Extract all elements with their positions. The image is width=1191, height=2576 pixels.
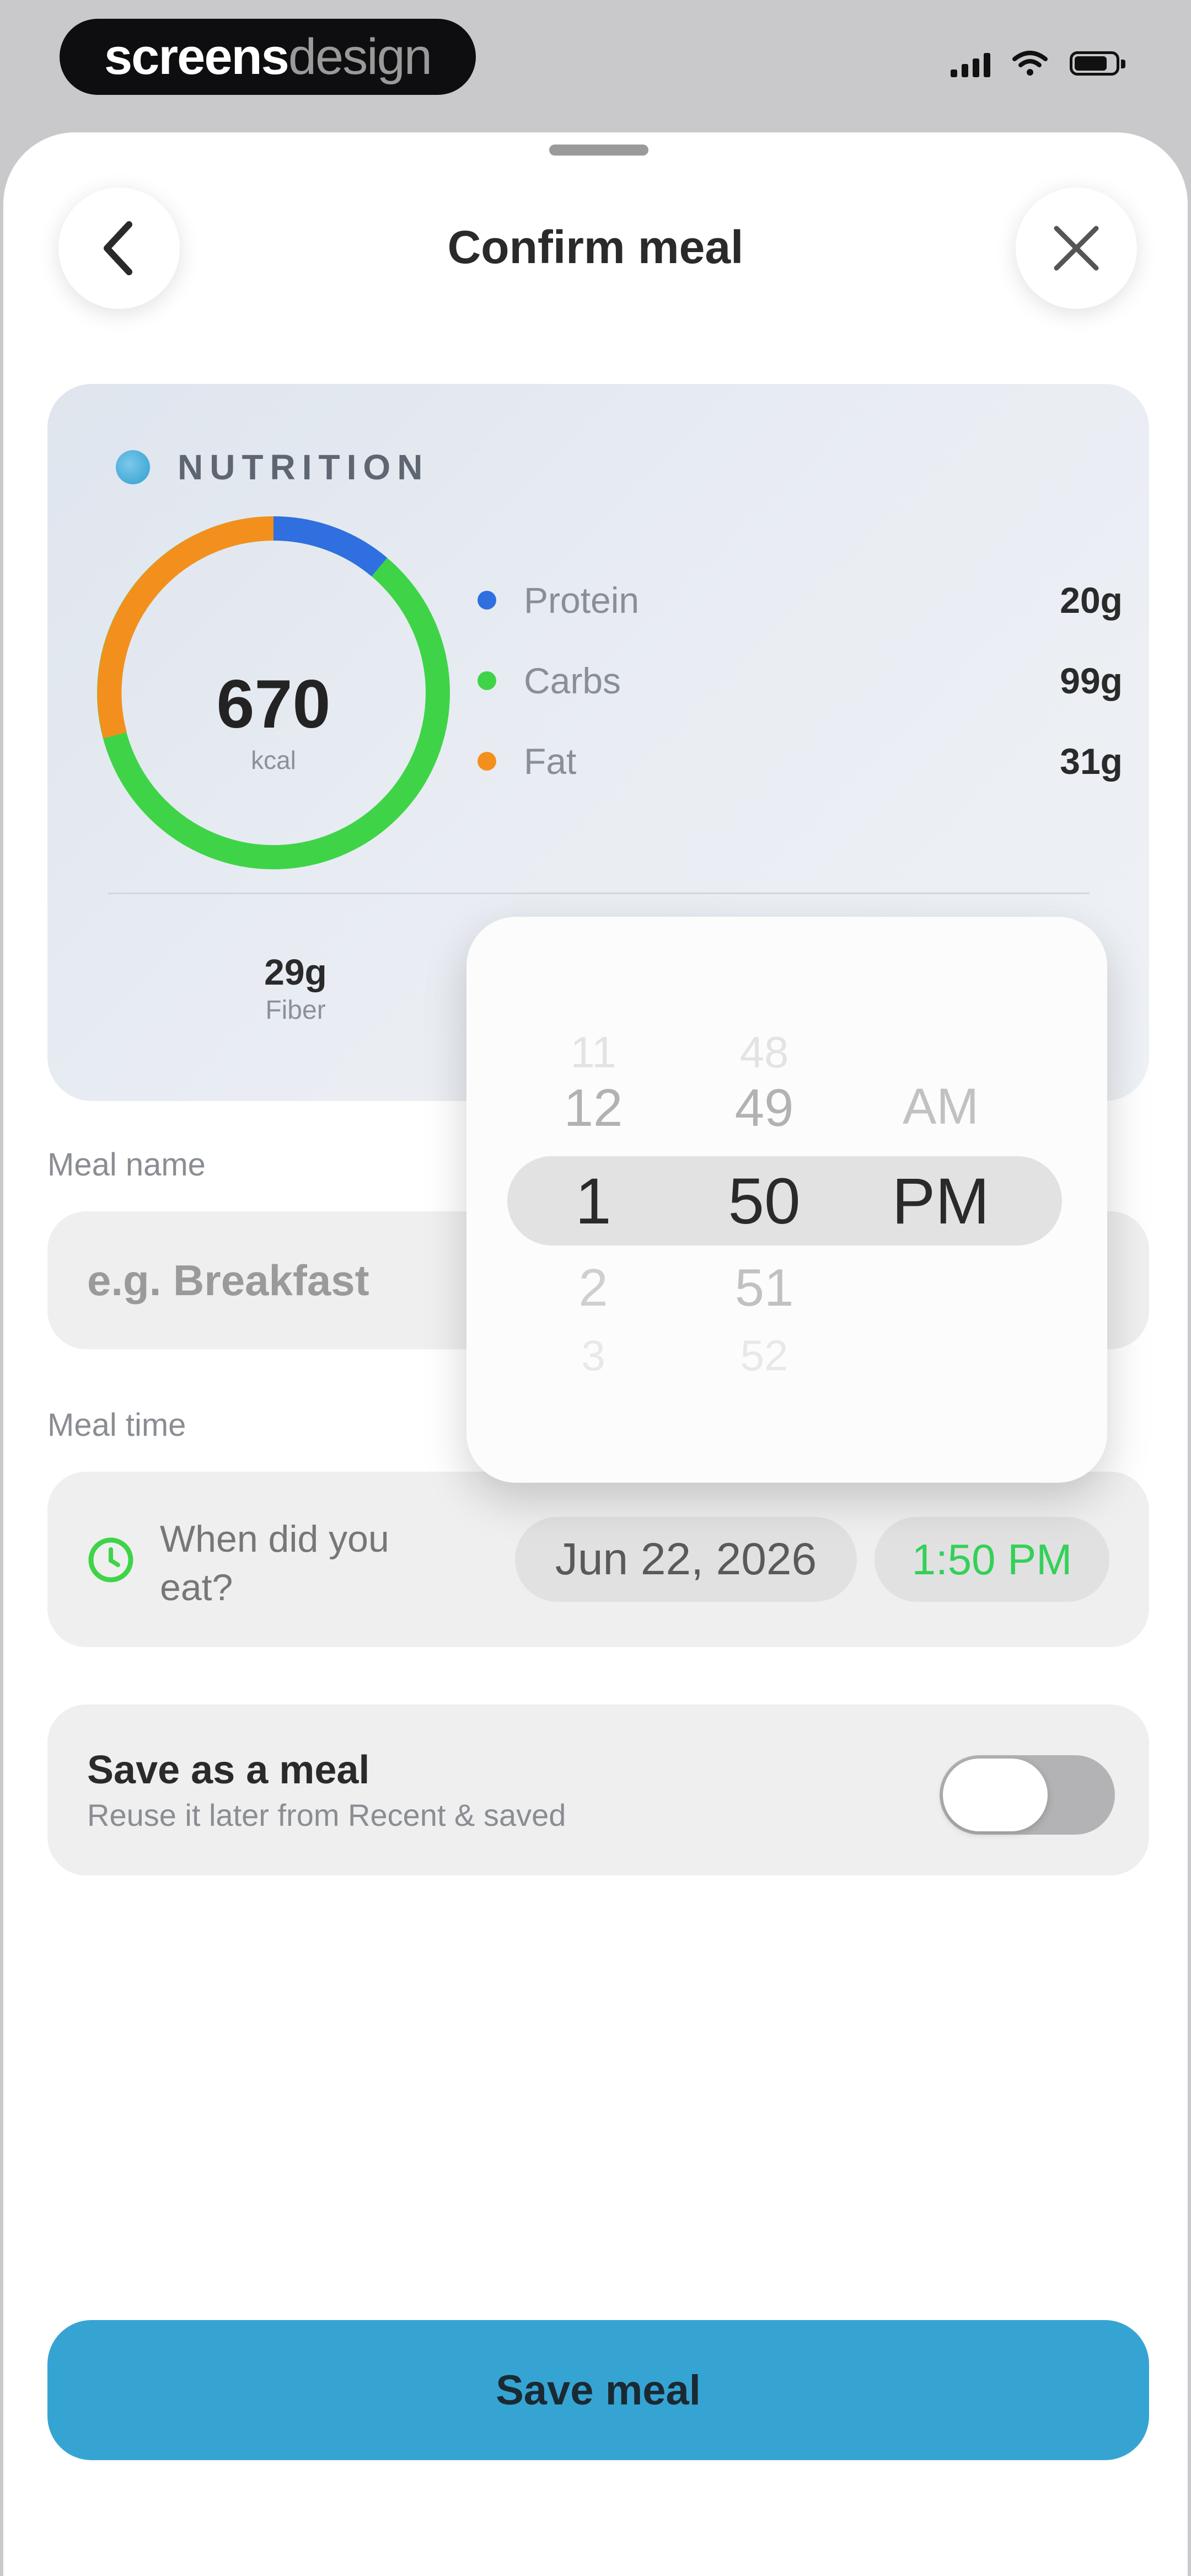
carbs-dot-icon xyxy=(478,671,496,690)
macro-value: 20g xyxy=(1060,580,1123,621)
save-as-meal-card: Save as a meal Reuse it later from Recen… xyxy=(47,1704,1149,1875)
macro-name: Carbs xyxy=(524,660,621,701)
fiber-value: 29g xyxy=(264,952,327,992)
nutrition-header: NUTRITION xyxy=(116,447,429,488)
fiber-label: Fiber xyxy=(265,996,326,1025)
picker-period-column[interactable]: AM PM xyxy=(869,917,1012,1483)
battery-icon xyxy=(1070,51,1125,76)
macro-value: 99g xyxy=(1060,660,1123,701)
picker-hour-item[interactable]: 3 xyxy=(527,1330,659,1381)
picker-period-item[interactable]: AM xyxy=(869,1078,1012,1136)
brand-logo-part1: screens xyxy=(104,28,289,85)
save-as-meal-title: Save as a meal xyxy=(87,1748,370,1792)
fat-dot-icon xyxy=(478,752,496,771)
picker-hour-item[interactable]: 2 xyxy=(527,1258,659,1318)
picker-minute-column[interactable]: 48 49 50 51 52 xyxy=(698,917,830,1483)
save-meal-button[interactable]: Save meal xyxy=(47,2320,1149,2460)
close-icon xyxy=(1054,226,1099,271)
wifi-icon xyxy=(1012,51,1048,76)
toggle-knob xyxy=(943,1759,1048,1831)
picker-hour-item[interactable]: 12 xyxy=(527,1078,659,1139)
status-icons xyxy=(951,50,1125,77)
macro-row-protein: Protein 20g xyxy=(478,573,1123,628)
meal-time-label: Meal time xyxy=(47,1407,186,1443)
picker-minute-item[interactable]: 49 xyxy=(698,1078,830,1139)
macro-name: Protein xyxy=(524,580,640,621)
picker-hour-column[interactable]: 11 12 1 2 3 xyxy=(527,917,659,1483)
calorie-unit: kcal xyxy=(251,746,296,774)
nutrition-icon xyxy=(116,450,150,484)
cellular-signal-icon xyxy=(951,50,990,77)
calorie-value: 670 xyxy=(216,666,331,742)
macro-row-carbs: Carbs 99g xyxy=(478,653,1123,708)
picker-hour-item[interactable]: 11 xyxy=(527,1027,659,1078)
time-picker-button[interactable]: 1:50 PM xyxy=(875,1517,1109,1602)
macro-value: 31g xyxy=(1060,741,1123,782)
brand-logo-part2: design xyxy=(288,28,432,85)
brand-logo: screens design xyxy=(60,19,476,95)
sheet-grabber[interactable] xyxy=(549,145,648,156)
picker-minute-item[interactable]: 48 xyxy=(698,1027,830,1078)
save-as-meal-subtitle: Reuse it later from Recent & saved xyxy=(87,1798,566,1832)
meal-time-prompt: When did you eat? xyxy=(160,1518,389,1608)
macro-row-fat: Fat 31g xyxy=(478,734,1123,789)
nutrition-label: NUTRITION xyxy=(178,447,430,487)
picker-minute-item[interactable]: 52 xyxy=(698,1330,830,1381)
page-title: Confirm meal xyxy=(447,221,744,273)
picker-hour-selected[interactable]: 1 xyxy=(527,1164,659,1239)
status-bar: screens design xyxy=(0,0,1191,132)
meal-name-label: Meal name xyxy=(47,1147,206,1183)
close-button[interactable] xyxy=(1016,188,1137,309)
save-as-meal-toggle[interactable] xyxy=(940,1755,1115,1835)
picker-minute-selected[interactable]: 50 xyxy=(698,1164,830,1239)
clock-icon xyxy=(88,1537,133,1583)
protein-arc xyxy=(273,516,388,577)
picker-minute-item[interactable]: 51 xyxy=(698,1258,830,1318)
macro-name: Fat xyxy=(524,741,577,782)
picker-period-selected[interactable]: PM xyxy=(869,1164,1012,1239)
meal-time-card: When did you eat? Jun 22, 2026 1:50 PM xyxy=(47,1472,1149,1647)
date-picker-button[interactable]: Jun 22, 2026 xyxy=(515,1517,857,1602)
card-divider xyxy=(108,892,1090,894)
protein-dot-icon xyxy=(478,591,496,610)
time-picker-popover: 11 12 1 2 3 48 49 50 51 52 AM PM xyxy=(466,917,1107,1483)
